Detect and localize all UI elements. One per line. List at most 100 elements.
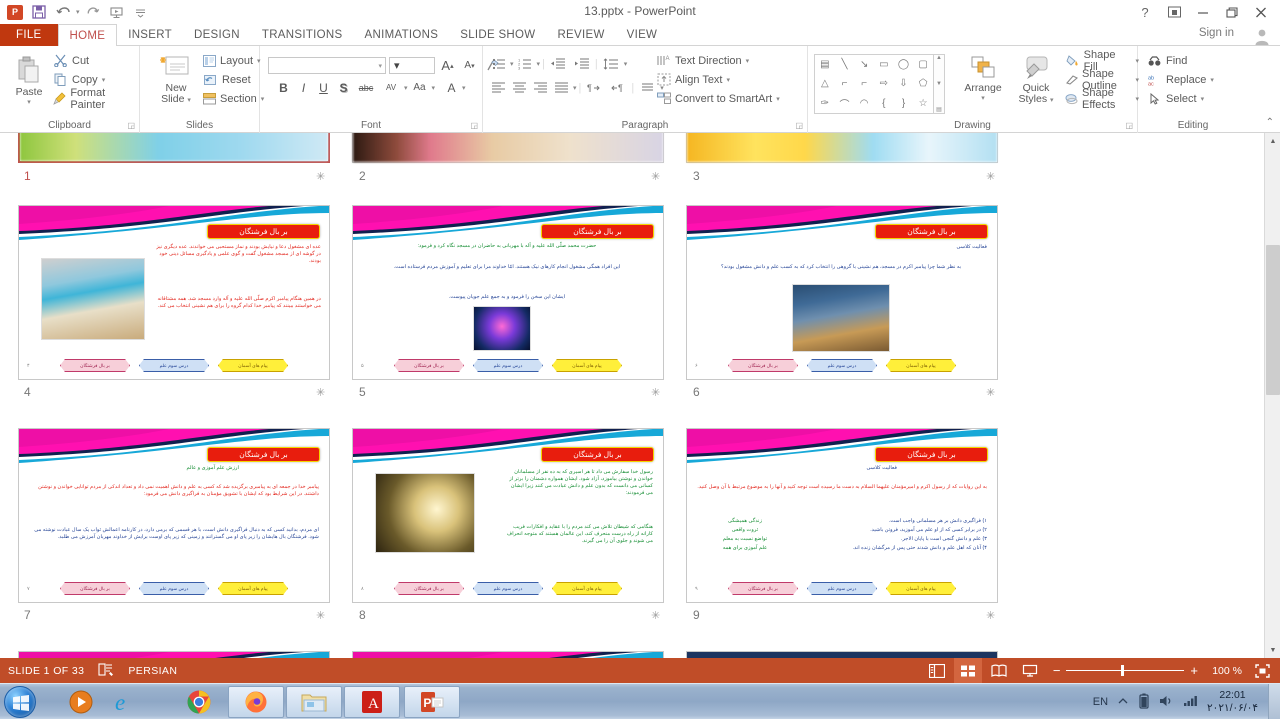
slide-animation-star-3[interactable]: ✳ bbox=[986, 170, 995, 183]
slide-thumbnail-1[interactable] bbox=[18, 133, 330, 163]
slide-sorter-view-button[interactable] bbox=[954, 658, 982, 683]
shape-pentagon-icon[interactable]: ⬠ bbox=[913, 74, 933, 93]
font-dialog-launcher[interactable]: ◲ bbox=[470, 121, 478, 130]
battery-icon[interactable] bbox=[1138, 693, 1150, 712]
decrease-indent-button[interactable] bbox=[547, 54, 569, 73]
shape-left-brace-icon[interactable]: { bbox=[874, 94, 894, 113]
show-desktop-button[interactable] bbox=[1268, 684, 1280, 719]
replace-button[interactable]: abac Replace ▾ bbox=[1144, 70, 1244, 89]
tab-animations[interactable]: ANIMATIONS bbox=[354, 24, 450, 46]
sign-in-link[interactable]: Sign in bbox=[1199, 27, 1234, 39]
reading-view-button[interactable] bbox=[985, 658, 1013, 683]
slide-animation-star-2[interactable]: ✳ bbox=[651, 170, 660, 183]
text-direction-button[interactable]: A Text Direction ▾ bbox=[653, 51, 803, 70]
slide-thumbnail-3[interactable] bbox=[686, 133, 998, 163]
fit-slide-to-window-button[interactable] bbox=[1248, 658, 1276, 683]
slide-animation-star-5[interactable]: ✳ bbox=[651, 386, 660, 399]
zoom-slider[interactable] bbox=[1066, 658, 1184, 683]
help-icon[interactable]: ? bbox=[1132, 2, 1158, 22]
justify-button[interactable] bbox=[552, 78, 571, 97]
slide-thumbnail-8[interactable]: بر بال فرشتگان رسول خدا سفارش می داد تا … bbox=[352, 428, 664, 603]
zoom-in-button[interactable]: + bbox=[1190, 663, 1198, 678]
windows-media-player-icon[interactable] bbox=[66, 688, 96, 716]
slide-animation-star-8[interactable]: ✳ bbox=[651, 609, 660, 622]
shape-freeform-icon[interactable]: ✑ bbox=[815, 94, 835, 113]
nav-button-blue-6[interactable]: درس سوم علم bbox=[807, 359, 877, 372]
shapes-gallery[interactable]: ▤ ╲ ↘ ▭ ◯ ▢ △ ⌐ ⌐ ⇨ ⇩ ⬠ ✑ ⌒ ◠ { } bbox=[814, 54, 934, 114]
tab-design[interactable]: DESIGN bbox=[183, 24, 251, 46]
scrollbar-thumb[interactable] bbox=[1266, 245, 1280, 395]
text-shadow-button[interactable]: S bbox=[334, 78, 353, 97]
italic-button[interactable]: I bbox=[294, 78, 313, 97]
google-chrome-icon[interactable] bbox=[184, 688, 214, 716]
clipboard-dialog-launcher[interactable]: ◲ bbox=[127, 121, 135, 130]
nav-button-blue-4[interactable]: درس سوم علم bbox=[139, 359, 209, 372]
nav-button-yellow-7[interactable]: پیام های آسمان bbox=[218, 582, 288, 595]
gallery-scroll-down-icon[interactable]: ▼ bbox=[936, 81, 942, 87]
format-painter-button[interactable]: Format Painter bbox=[50, 89, 138, 108]
nav-button-blue-9[interactable]: درس سوم علم bbox=[807, 582, 877, 595]
layout-button[interactable]: Layout ▾ bbox=[200, 51, 258, 70]
underline-button[interactable]: U bbox=[314, 78, 333, 97]
gallery-more-icon[interactable]: ▤ bbox=[936, 106, 942, 113]
nav-button-yellow-9[interactable]: پیام های آسمان bbox=[886, 582, 956, 595]
nav-button-pink-8[interactable]: بر بال فرشتگان bbox=[394, 582, 464, 595]
character-spacing-button[interactable]: AV bbox=[379, 78, 403, 97]
drawing-dialog-launcher[interactable]: ◲ bbox=[1125, 121, 1133, 130]
scroll-down-arrow[interactable]: ▼ bbox=[1265, 642, 1280, 658]
scroll-up-arrow[interactable]: ▲ bbox=[1265, 133, 1280, 149]
tab-insert[interactable]: INSERT bbox=[117, 24, 183, 46]
increase-indent-button[interactable] bbox=[571, 54, 593, 73]
tab-file[interactable]: FILE bbox=[0, 24, 58, 46]
shape-rounded-rect-icon[interactable]: ▢ bbox=[913, 55, 933, 74]
nav-button-blue-7[interactable]: درس سوم علم bbox=[139, 582, 209, 595]
nav-button-pink-5[interactable]: بر بال فرشتگان bbox=[394, 359, 464, 372]
shape-arc-icon[interactable]: ◠ bbox=[854, 94, 874, 113]
reset-button[interactable]: Reset bbox=[200, 70, 258, 89]
tab-transitions[interactable]: TRANSITIONS bbox=[251, 24, 354, 46]
slide-thumbnail-pane[interactable]: 1 ✳ 2 ✳ 3 ✳ ب bbox=[0, 133, 1264, 658]
shape-oval-icon[interactable]: ◯ bbox=[894, 55, 914, 74]
slide-thumbnail-2[interactable] bbox=[352, 133, 664, 163]
start-button[interactable] bbox=[4, 686, 36, 718]
line-spacing-button[interactable] bbox=[600, 54, 622, 73]
slide-thumbnail-5[interactable]: بر بال فرشتگان حضرت محمد صلّی الله علیه … bbox=[352, 205, 664, 380]
tab-review[interactable]: REVIEW bbox=[546, 24, 615, 46]
increase-font-size-button[interactable]: A▴ bbox=[438, 56, 457, 75]
network-icon[interactable] bbox=[1183, 694, 1198, 710]
font-size-input[interactable]: ▾ bbox=[389, 57, 435, 74]
notes-icon[interactable] bbox=[98, 662, 114, 680]
clock[interactable]: 22:01 ۲۰۲۱/۰۶/۰۴ bbox=[1207, 689, 1258, 715]
zoom-out-button[interactable]: − bbox=[1053, 663, 1061, 678]
ribbon-display-options-icon[interactable] bbox=[1161, 2, 1187, 22]
shape-rectangle-icon[interactable]: ▭ bbox=[874, 55, 894, 74]
quick-styles-button[interactable]: QuickStyles ▾ bbox=[1012, 50, 1060, 106]
shapes-gallery-scroll[interactable]: ▲ ▼ ▤ bbox=[934, 54, 945, 114]
tray-language[interactable]: EN bbox=[1093, 696, 1108, 708]
tab-slide-show[interactable]: SLIDE SHOW bbox=[449, 24, 546, 46]
slide-animation-star-6[interactable]: ✳ bbox=[986, 386, 995, 399]
shape-down-arrow-icon[interactable]: ⇩ bbox=[894, 74, 914, 93]
slide-thumbnail-12[interactable] bbox=[686, 651, 998, 658]
slide-thumbnail-10[interactable]: بر بال فرشتگان bbox=[18, 651, 330, 658]
adobe-reader-taskbar-button[interactable]: A bbox=[344, 686, 400, 718]
align-left-button[interactable] bbox=[489, 78, 508, 97]
slideshow-view-button[interactable] bbox=[1016, 658, 1044, 683]
bold-button[interactable]: B bbox=[274, 78, 293, 97]
powerpoint-taskbar-button[interactable]: P bbox=[404, 686, 460, 718]
volume-icon[interactable] bbox=[1159, 694, 1174, 711]
nav-button-pink-6[interactable]: بر بال فرشتگان bbox=[728, 359, 798, 372]
nav-button-pink-4[interactable]: بر بال فرشتگان bbox=[60, 359, 130, 372]
nav-button-yellow-5[interactable]: پیام های آسمان bbox=[552, 359, 622, 372]
shape-textbox-icon[interactable]: ▤ bbox=[815, 55, 835, 74]
shape-elbow-arrow-icon[interactable]: ⌐ bbox=[854, 74, 874, 93]
change-case-button[interactable]: Aa bbox=[409, 78, 431, 97]
file-explorer-taskbar-button[interactable] bbox=[286, 686, 342, 718]
slide-indicator[interactable]: SLIDE 1 OF 33 bbox=[8, 665, 84, 677]
nav-button-yellow-6[interactable]: پیام های آسمان bbox=[886, 359, 956, 372]
convert-to-smartart-button[interactable]: Convert to SmartArt ▾ bbox=[653, 89, 803, 108]
paste-dropdown-caret[interactable]: ▾ bbox=[27, 98, 31, 106]
show-hidden-icons-button[interactable] bbox=[1117, 696, 1129, 709]
section-button[interactable]: Section ▾ bbox=[200, 89, 258, 108]
nav-button-yellow-4[interactable]: پیام های آسمان bbox=[218, 359, 288, 372]
